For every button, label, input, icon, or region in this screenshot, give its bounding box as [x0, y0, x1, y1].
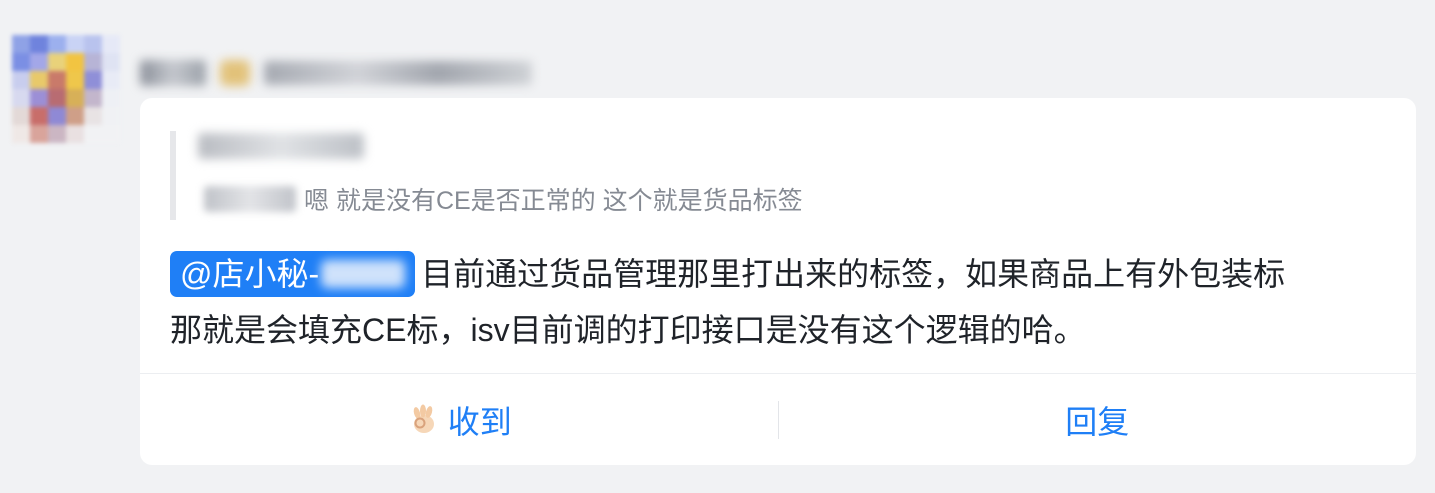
reply-button[interactable]: 回复 [779, 374, 1417, 465]
quote-mention-redacted [204, 186, 296, 212]
message-line-1: @店小秘- 目前通过货品管理那里打出来的标签，如果商品上有外包装标 [170, 246, 1400, 302]
ok-hand-icon [413, 404, 434, 433]
message-body-line1: 目前通过货品管理那里打出来的标签，如果商品上有外包装标 [421, 256, 1286, 292]
message-body-line2: 那就是会填充CE标，isv目前调的打印接口是没有这个逻辑的哈。 [170, 312, 1086, 348]
mention-name-redacted [321, 259, 406, 288]
mention-label: @店小秘- [180, 255, 320, 292]
message-body: @店小秘- 目前通过货品管理那里打出来的标签，如果商品上有外包装标 那就是会填充C… [170, 246, 1400, 358]
quote-text-row: 嗯 就是没有CE是否正常的 这个就是货品标签 [204, 181, 803, 217]
quoted-message[interactable]: 嗯 就是没有CE是否正常的 这个就是货品标签 [170, 131, 890, 220]
mention-chip[interactable]: @店小秘- [170, 250, 416, 297]
quote-text: 嗯 就是没有CE是否正常的 这个就是货品标签 [304, 187, 803, 215]
acknowledge-button[interactable]: 收到 [140, 374, 778, 465]
reply-label: 回复 [1065, 404, 1130, 440]
quote-author-redacted [198, 133, 364, 159]
sender-meta-redacted [264, 61, 532, 85]
acknowledge-label: 收到 [447, 404, 512, 440]
message-line-2: 那就是会填充CE标，isv目前调的打印接口是没有这个逻辑的哈。 [170, 302, 1400, 358]
message-card: 嗯 就是没有CE是否正常的 这个就是货品标签 @店小秘- 目前通过货品管理那里打出… [140, 98, 1416, 465]
avatar[interactable] [12, 35, 120, 143]
message-actions: 收到 回复 [140, 373, 1416, 465]
sender-badge-icon [220, 60, 250, 86]
sender-name-redacted[interactable] [140, 60, 206, 86]
sender-line [140, 56, 532, 90]
